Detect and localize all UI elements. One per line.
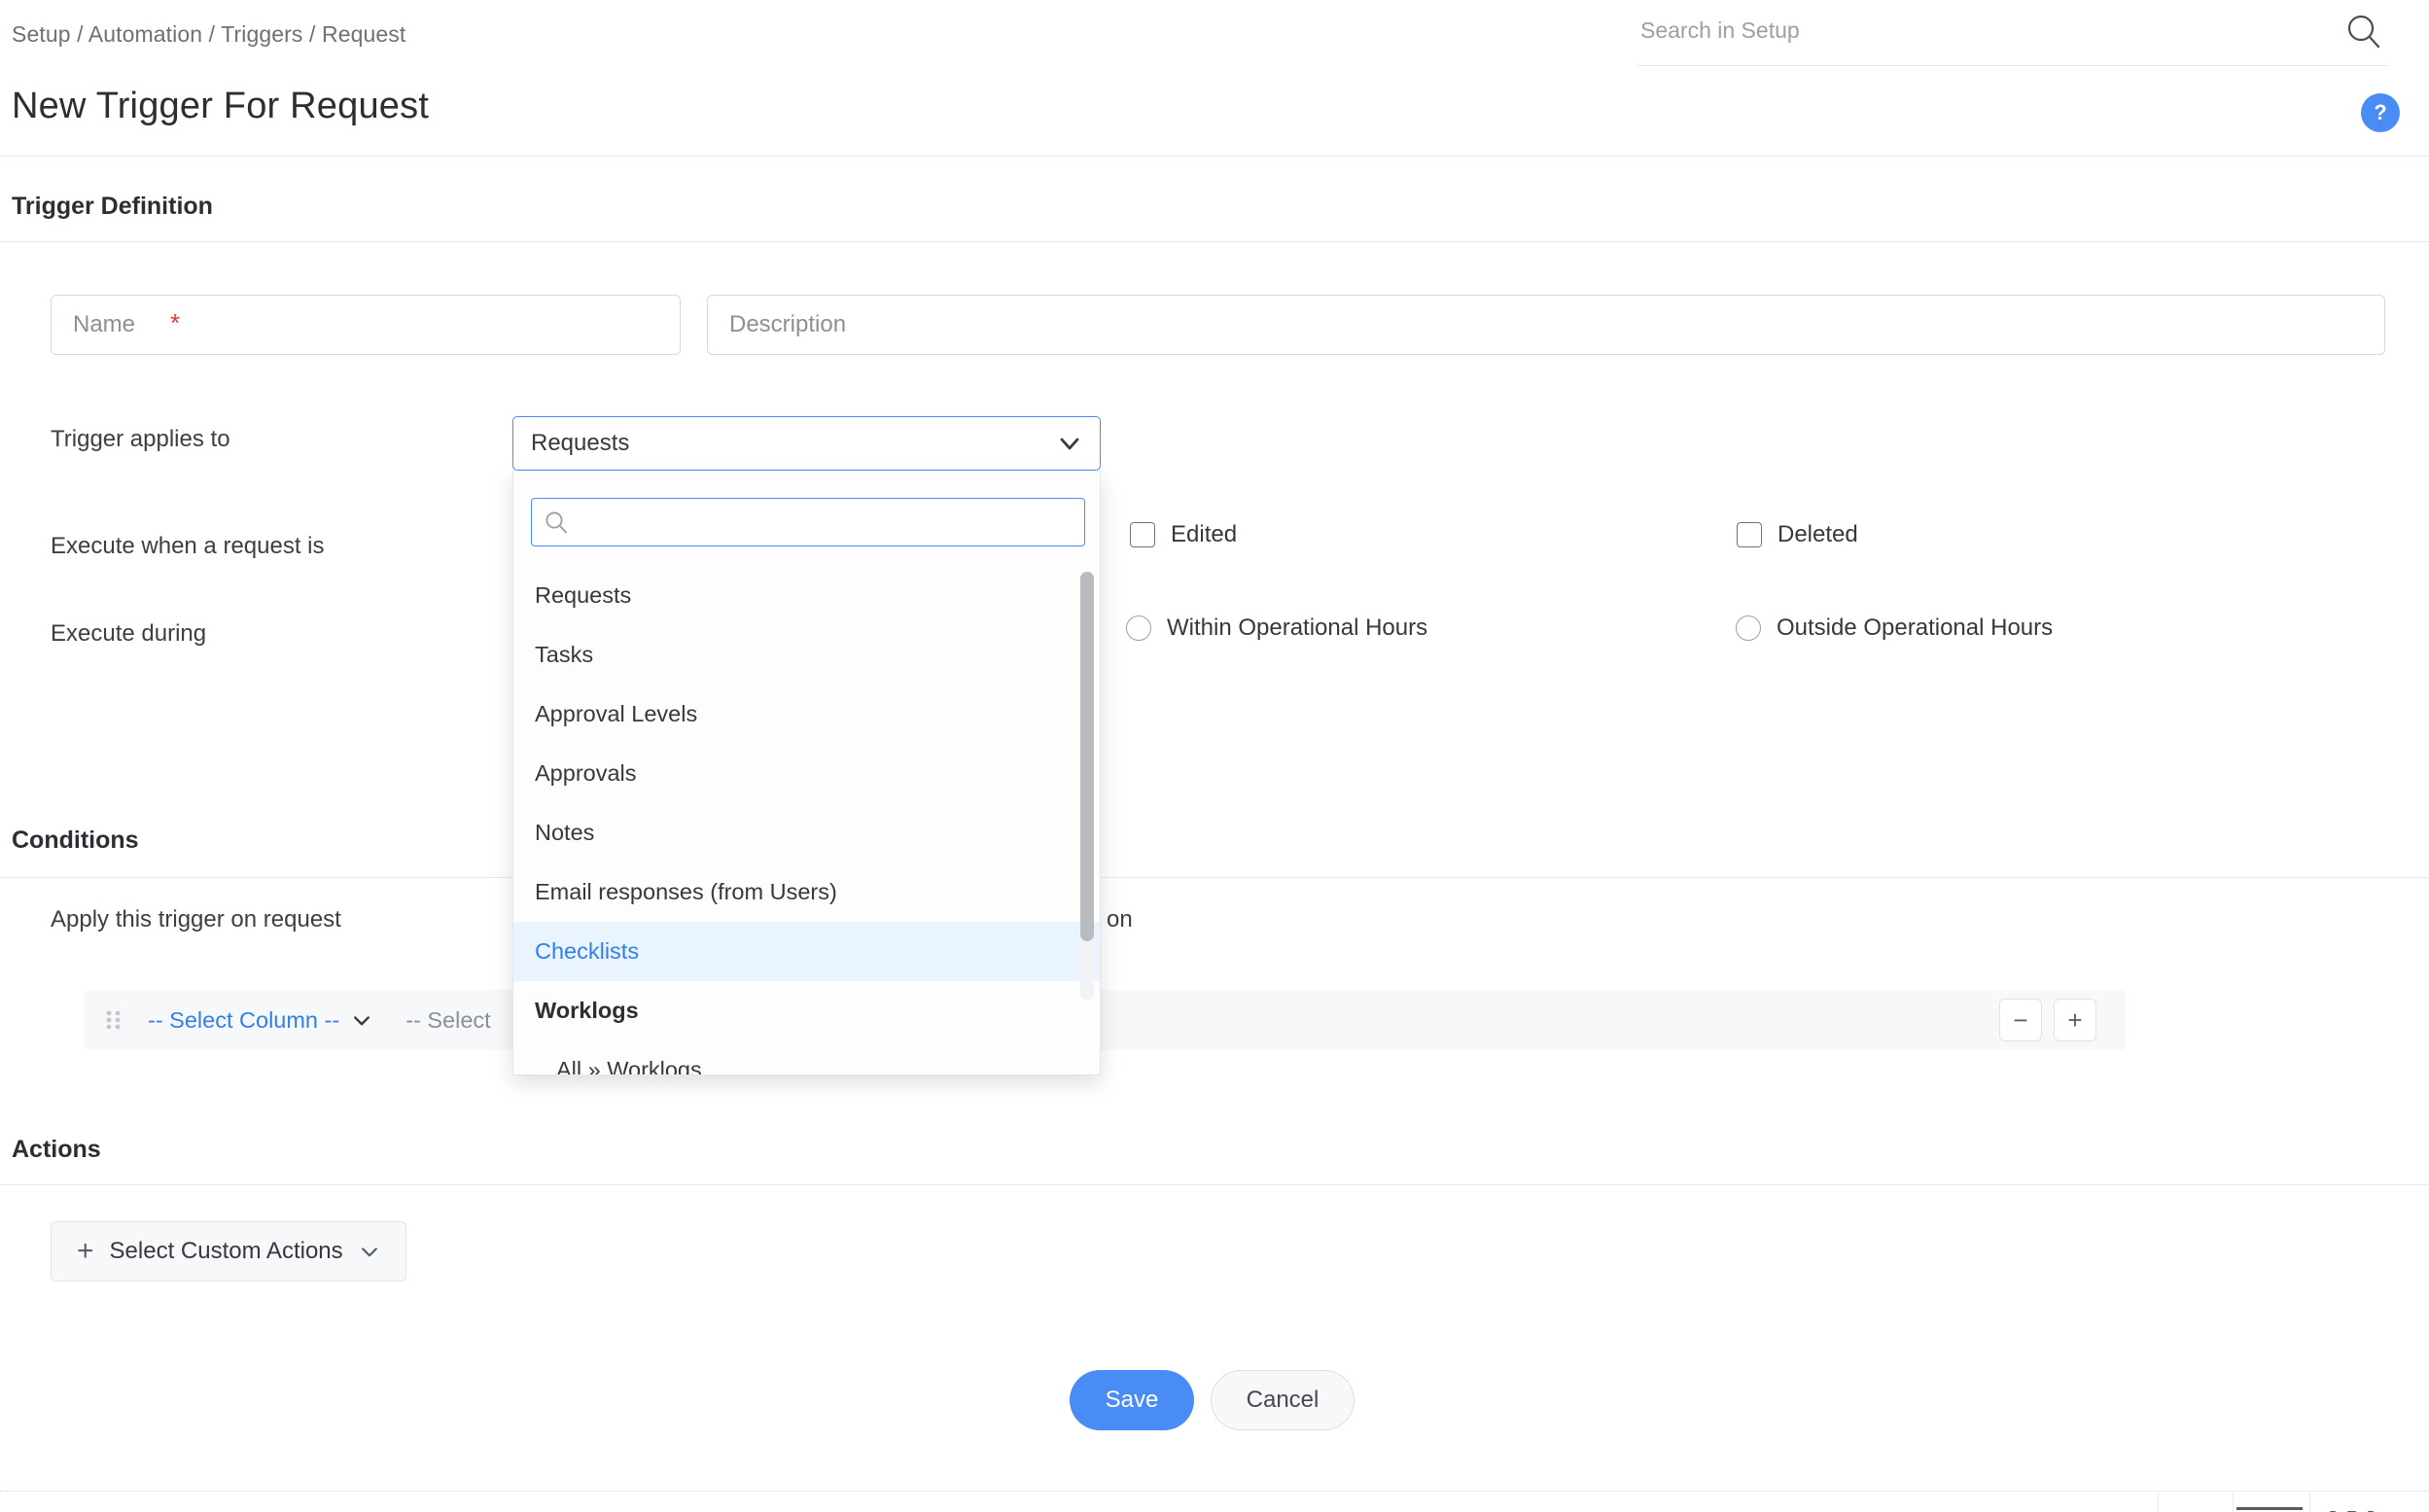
select-criteria-label[interactable]: -- Select xyxy=(405,1007,491,1034)
add-condition-button[interactable]: + xyxy=(2054,999,2096,1041)
select-column-dropdown[interactable]: -- Select Column -- xyxy=(148,1007,372,1034)
page-title: New Trigger For Request xyxy=(12,86,429,127)
dropdown-group-worklogs: Worklogs xyxy=(513,981,1101,1040)
checkbox-deleted-label: Deleted xyxy=(1778,521,1858,548)
toolbar-divider xyxy=(2233,1493,2234,1512)
breadcrumb[interactable]: Setup / Automation / Triggers / Request xyxy=(12,21,405,48)
radio-outside-operational-hours-dot[interactable] xyxy=(1736,615,1761,641)
apply-trigger-label-tail: on xyxy=(1107,906,1133,933)
execute-when-label: Execute when a request is xyxy=(51,533,325,560)
checkbox-deleted[interactable]: Deleted xyxy=(1737,521,1858,548)
checkbox-deleted-box[interactable] xyxy=(1737,522,1762,547)
actions-heading: Actions xyxy=(12,1136,101,1164)
condition-row: -- Select Column -- -- Select − + xyxy=(84,990,2126,1050)
toolbar-minimize-icon[interactable] xyxy=(2236,1507,2303,1510)
checkbox-edited-label: Edited xyxy=(1171,521,1237,548)
cancel-button[interactable]: Cancel xyxy=(1211,1370,1355,1430)
search-icon xyxy=(544,510,569,535)
dropdown-option[interactable]: Email responses (from Users) xyxy=(513,862,1101,922)
radio-within-operational-hours-label: Within Operational Hours xyxy=(1167,615,1427,642)
save-button[interactable]: Save xyxy=(1070,1370,1194,1430)
select-custom-actions-button[interactable]: + Select Custom Actions xyxy=(51,1221,406,1282)
applies-to-value: Requests xyxy=(531,430,1057,457)
trigger-definition-heading: Trigger Definition xyxy=(12,193,213,221)
toolbar-more-icon[interactable] xyxy=(2324,1505,2379,1512)
actions-divider xyxy=(0,1184,2429,1185)
apply-trigger-label: Apply this trigger on request xyxy=(51,906,341,933)
header-divider xyxy=(0,156,2429,157)
condition-row-buttons: − + xyxy=(1999,999,2096,1041)
trigger-definition-divider xyxy=(0,241,2429,242)
dropdown-option[interactable]: Approvals xyxy=(513,744,1101,803)
dropdown-scrollbar-thumb[interactable] xyxy=(1080,572,1094,941)
dropdown-option[interactable]: Requests xyxy=(513,566,1101,625)
help-button[interactable]: ? xyxy=(2361,93,2400,132)
description-field[interactable] xyxy=(707,295,2385,355)
name-field[interactable]: * xyxy=(51,295,681,355)
dropdown-search[interactable] xyxy=(531,498,1085,546)
bottom-partial-toolbar xyxy=(0,1491,2429,1512)
top-bar: Setup / Automation / Triggers / Request … xyxy=(0,0,2429,74)
dropdown-option[interactable]: All » Worklogs xyxy=(513,1040,1101,1075)
radio-within-operational-hours[interactable]: Within Operational Hours xyxy=(1126,615,1427,642)
chevron-down-icon xyxy=(359,1241,380,1262)
applies-to-select[interactable]: Requests xyxy=(512,416,1101,471)
toolbar-divider xyxy=(2309,1493,2310,1512)
chevron-down-icon xyxy=(1057,431,1082,456)
radio-outside-operational-hours[interactable]: Outside Operational Hours xyxy=(1736,615,2053,642)
chevron-down-icon xyxy=(351,1009,372,1031)
toolbar-divider xyxy=(2158,1493,2159,1512)
description-input[interactable] xyxy=(708,296,2384,354)
name-input[interactable] xyxy=(52,296,680,354)
dropdown-option[interactable]: Notes xyxy=(513,803,1101,862)
dropdown-option-list[interactable]: Requests Tasks Approval Levels Approvals… xyxy=(513,566,1101,1075)
dropdown-search-input[interactable] xyxy=(579,499,1073,545)
applies-to-label: Trigger applies to xyxy=(51,426,230,453)
search-icon[interactable] xyxy=(2344,12,2383,51)
dropdown-option-checklists[interactable]: Checklists xyxy=(513,922,1101,981)
drag-handle-icon[interactable] xyxy=(103,1005,124,1035)
setup-trigger-page: Setup / Automation / Triggers / Request … xyxy=(0,0,2429,1512)
conditions-heading: Conditions xyxy=(12,826,139,855)
checkbox-edited-box[interactable] xyxy=(1130,522,1155,547)
checkbox-edited[interactable]: Edited xyxy=(1130,521,1237,548)
setup-search xyxy=(1638,6,2387,66)
applies-to-dropdown-panel: Requests Tasks Approval Levels Approvals… xyxy=(512,471,1101,1075)
plus-icon: + xyxy=(77,1237,94,1266)
execute-during-label: Execute during xyxy=(51,620,206,648)
select-column-label: -- Select Column -- xyxy=(148,1007,339,1034)
dropdown-option[interactable]: Approval Levels xyxy=(513,685,1101,744)
select-custom-actions-label: Select Custom Actions xyxy=(110,1238,343,1265)
search-input[interactable] xyxy=(1638,10,2319,51)
radio-outside-operational-hours-label: Outside Operational Hours xyxy=(1777,615,2053,642)
conditions-divider xyxy=(0,877,2429,878)
radio-within-operational-hours-dot[interactable] xyxy=(1126,615,1151,641)
dropdown-option[interactable]: Tasks xyxy=(513,625,1101,685)
remove-condition-button[interactable]: − xyxy=(1999,999,2042,1041)
